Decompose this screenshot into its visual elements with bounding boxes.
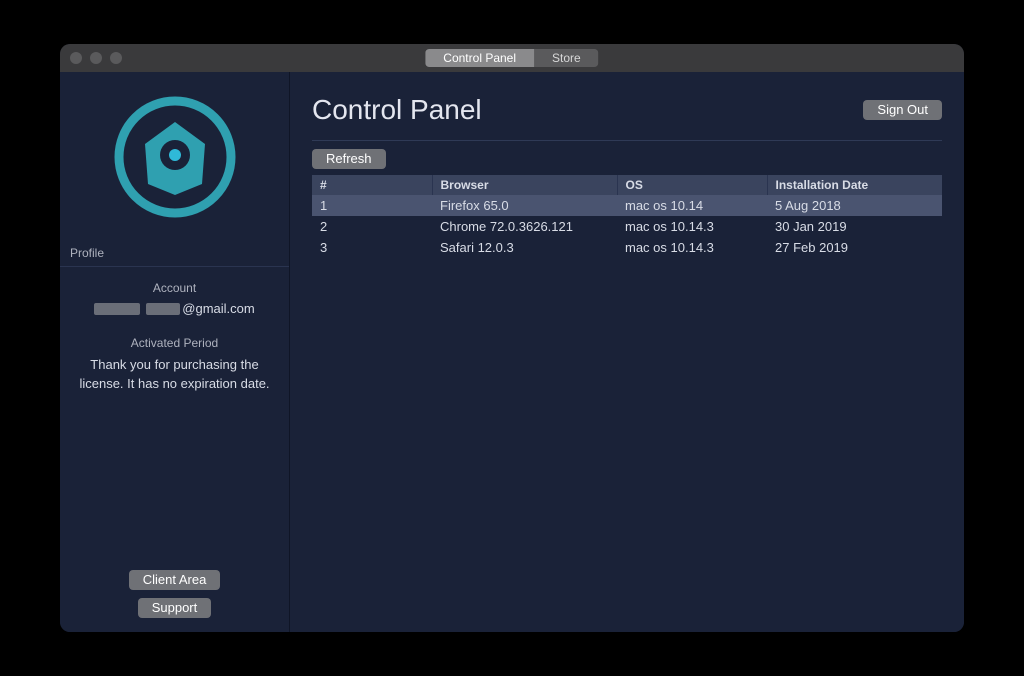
- email-suffix: @gmail.com: [182, 301, 254, 316]
- cell-num: 2: [312, 216, 432, 237]
- installations-table: # Browser OS Installation Date 1Firefox …: [312, 175, 942, 258]
- sign-out-button[interactable]: Sign Out: [863, 100, 942, 120]
- activated-period-label: Activated Period: [72, 336, 277, 350]
- eye-logo-icon: [110, 92, 240, 222]
- tab-control-panel[interactable]: Control Panel: [425, 49, 534, 67]
- zoom-icon[interactable]: [110, 52, 122, 64]
- cell-browser: Chrome 72.0.3626.121: [432, 216, 617, 237]
- cell-num: 3: [312, 237, 432, 258]
- divider: [312, 140, 942, 141]
- cell-os: mac os 10.14: [617, 195, 767, 216]
- cell-num: 1: [312, 195, 432, 216]
- support-button[interactable]: Support: [138, 598, 212, 618]
- activated-period-message: Thank you for purchasing the license. It…: [72, 356, 277, 394]
- col-header-num[interactable]: #: [312, 175, 432, 195]
- app-window: Control Panel Store Profile Account @: [60, 44, 964, 632]
- cell-browser: Firefox 65.0: [432, 195, 617, 216]
- refresh-button[interactable]: Refresh: [312, 149, 386, 169]
- window-body: Profile Account @gmail.com Activated Per…: [60, 72, 964, 632]
- table-row[interactable]: 2Chrome 72.0.3626.121mac os 10.14.330 Ja…: [312, 216, 942, 237]
- sidebar-buttons: Client Area Support: [60, 570, 289, 632]
- cell-date: 30 Jan 2019: [767, 216, 942, 237]
- page-title: Control Panel: [312, 94, 482, 126]
- account-label: Account: [72, 281, 277, 295]
- profile-section-label: Profile: [60, 240, 289, 267]
- close-icon[interactable]: [70, 52, 82, 64]
- cell-os: mac os 10.14.3: [617, 216, 767, 237]
- account-email: @gmail.com: [72, 301, 277, 316]
- profile-section-content: Account @gmail.com Activated Period Than…: [60, 267, 289, 408]
- titlebar: Control Panel Store: [60, 44, 964, 72]
- cell-browser: Safari 12.0.3: [432, 237, 617, 258]
- client-area-button[interactable]: Client Area: [129, 570, 221, 590]
- col-header-browser[interactable]: Browser: [432, 175, 617, 195]
- sidebar: Profile Account @gmail.com Activated Per…: [60, 72, 290, 632]
- col-header-os[interactable]: OS: [617, 175, 767, 195]
- redacted-text: [94, 303, 140, 315]
- cell-date: 5 Aug 2018: [767, 195, 942, 216]
- toolbar: Refresh: [312, 149, 942, 169]
- main-header: Control Panel Sign Out: [312, 94, 942, 140]
- cell-os: mac os 10.14.3: [617, 237, 767, 258]
- cell-date: 27 Feb 2019: [767, 237, 942, 258]
- table-row[interactable]: 3Safari 12.0.3mac os 10.14.327 Feb 2019: [312, 237, 942, 258]
- table-header-row: # Browser OS Installation Date: [312, 175, 942, 195]
- redacted-text: [146, 303, 180, 315]
- table-row[interactable]: 1Firefox 65.0mac os 10.145 Aug 2018: [312, 195, 942, 216]
- tabs-segmented-control: Control Panel Store: [425, 49, 598, 67]
- logo-wrap: [60, 72, 289, 240]
- minimize-icon[interactable]: [90, 52, 102, 64]
- tab-store[interactable]: Store: [534, 49, 599, 67]
- col-header-date[interactable]: Installation Date: [767, 175, 942, 195]
- main-panel: Control Panel Sign Out Refresh # Browser…: [290, 72, 964, 632]
